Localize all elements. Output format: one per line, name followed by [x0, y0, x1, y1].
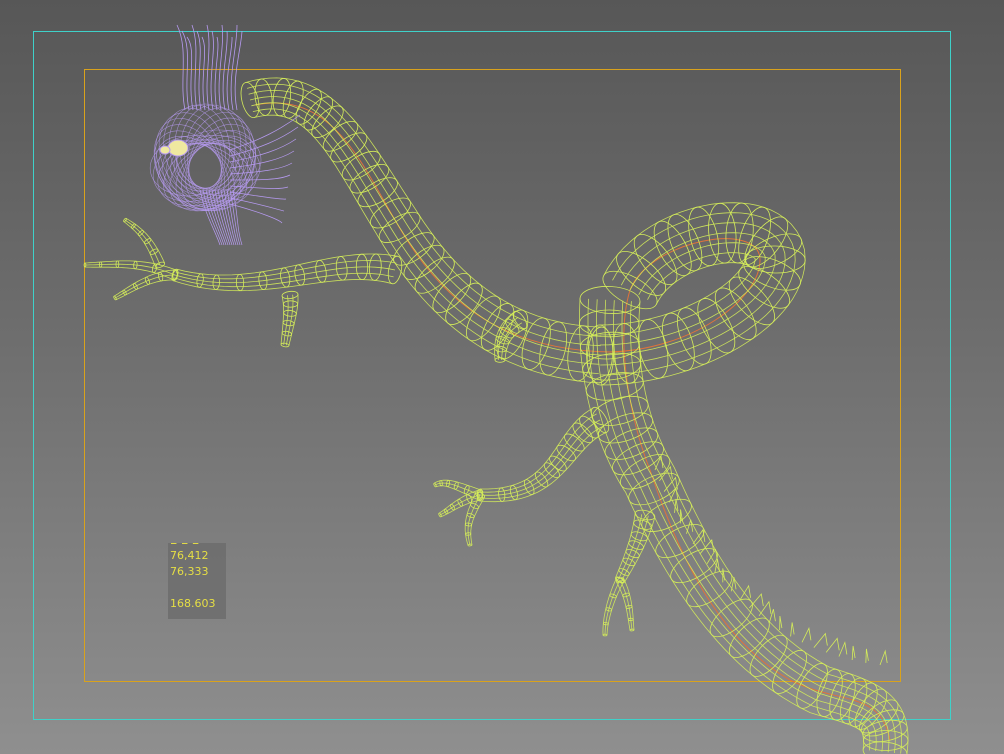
dragon-head-wireframe [149, 24, 301, 246]
dragon-body-wireframe [240, 77, 909, 754]
stats-vertices: 76,333 [170, 565, 209, 578]
stats-fps: 168.603 [170, 597, 216, 610]
viewport-statistics: ▪ ▪ ▪ 76,412 76,333 168.603 [168, 543, 226, 619]
dragon-wireframe-model[interactable] [0, 0, 1004, 754]
dragon-eye [167, 139, 189, 157]
stats-polygons: 76,412 [170, 549, 209, 562]
perspective-viewport[interactable]: ▪ ▪ ▪ 76,412 76,333 168.603 [0, 0, 1004, 754]
